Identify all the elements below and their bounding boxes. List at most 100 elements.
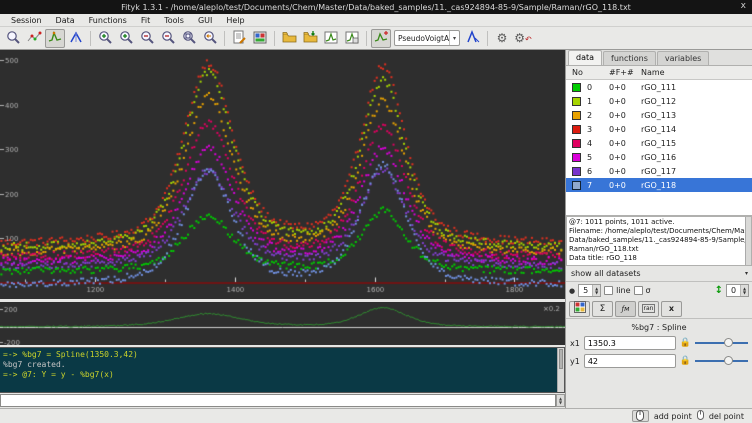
- zoom-all-button[interactable]: [179, 29, 199, 48]
- dataset-row[interactable]: 2 0+0 rGO_113: [566, 108, 752, 122]
- zoom-previous-button[interactable]: [200, 29, 220, 48]
- command-input[interactable]: [0, 394, 556, 407]
- export-plot-button[interactable]: [321, 29, 341, 48]
- info-line: @7: 1011 points, 1011 active.: [569, 218, 743, 227]
- edit-script-button[interactable]: [229, 29, 249, 48]
- function-type-dropdown[interactable]: PseudoVoigtA ▾: [394, 30, 460, 46]
- tab-data[interactable]: data: [568, 50, 602, 65]
- dataset-color-swatch: [572, 153, 581, 162]
- x1-field[interactable]: [584, 336, 676, 350]
- dataset-row[interactable]: 6 0+0 rGO_117: [566, 164, 752, 178]
- shift-spinner[interactable]: 0 ▲▼: [726, 284, 749, 297]
- dataset-name: rGO_114: [638, 125, 752, 134]
- info-line: Data/baked_samples/11._cas924894-85-9/Sa…: [569, 236, 743, 245]
- mouse-config-button[interactable]: [632, 410, 649, 422]
- aux-plot[interactable]: [0, 302, 565, 345]
- rename-button[interactable]: ran: [638, 301, 659, 317]
- point-size-spinner[interactable]: 5 ▲▼: [578, 284, 601, 297]
- zoom-out-button[interactable]: [137, 29, 157, 48]
- x1-slider[interactable]: [695, 337, 748, 349]
- main-plot[interactable]: [0, 50, 565, 299]
- tab-functions[interactable]: functions: [603, 51, 656, 65]
- dataset-row[interactable]: 5 0+0 rGO_116: [566, 150, 752, 164]
- y1-field[interactable]: [584, 354, 676, 368]
- data-range-mode-button[interactable]: [24, 29, 44, 48]
- magnifier-icon: [6, 30, 21, 47]
- console-output-line: %bg7 created.: [3, 360, 554, 370]
- sigma-checkbox-label: σ: [646, 286, 651, 295]
- magnifier-all-icon: [182, 30, 197, 47]
- menu-session[interactable]: Session: [4, 15, 49, 26]
- info-scrollbar[interactable]: [745, 217, 751, 265]
- sigma-checkbox[interactable]: [634, 286, 643, 295]
- spinner-arrows-icon[interactable]: ▲▼: [740, 285, 748, 296]
- sum-button[interactable]: Σ: [592, 301, 613, 317]
- menu-data[interactable]: Data: [49, 15, 82, 26]
- scrollbar-thumb[interactable]: [559, 349, 563, 369]
- print-plot-button[interactable]: [342, 29, 362, 48]
- dataset-func-count: 0+0: [606, 181, 638, 190]
- menu-help[interactable]: Help: [219, 15, 251, 26]
- main-plot-canvas[interactable]: [0, 50, 565, 299]
- zoom-in-button[interactable]: [95, 29, 115, 48]
- log-icon: [253, 30, 268, 47]
- zoom-mode-button[interactable]: [3, 29, 23, 48]
- menu-functions[interactable]: Functions: [82, 15, 134, 26]
- sidebar: data functions variables No #F+# Name 0 …: [565, 50, 752, 408]
- dataset-row-selected[interactable]: 7 0+0 rGO_118: [566, 178, 752, 192]
- save-folder-icon: [303, 30, 318, 47]
- run-fit-button[interactable]: ⚙: [492, 29, 512, 48]
- menu-gui[interactable]: GUI: [191, 15, 219, 26]
- point-size-value: 5: [579, 285, 592, 296]
- dataset-row[interactable]: 0 0+0 rGO_111: [566, 80, 752, 94]
- dataset-table: No #F+# Name 0 0+0 rGO_111 1 0+0 rGO_112…: [566, 66, 752, 192]
- slider-thumb[interactable]: [724, 356, 733, 365]
- toolbar-separator: [487, 31, 488, 46]
- slider-thumb[interactable]: [724, 338, 733, 347]
- peak-drag-mode-button[interactable]: [66, 29, 86, 48]
- auto-add-peak-button[interactable]: [371, 29, 391, 48]
- grid-icon: [574, 301, 586, 316]
- tab-variables[interactable]: variables: [657, 51, 709, 65]
- line-checkbox[interactable]: [604, 286, 613, 295]
- close-window-button[interactable]: x: [741, 1, 746, 11]
- zoom-in-x-button[interactable]: [116, 29, 136, 48]
- y1-slider[interactable]: [695, 355, 748, 367]
- lock-icon[interactable]: 🔒: [680, 338, 691, 348]
- dataset-row[interactable]: 1 0+0 rGO_112: [566, 94, 752, 108]
- curve-plus-icon: [374, 30, 389, 47]
- dataset-row[interactable]: 3 0+0 rGO_114: [566, 122, 752, 136]
- formula-button[interactable]: ƒᴍ: [615, 301, 636, 317]
- menu-tools[interactable]: Tools: [157, 15, 191, 26]
- blue-peak-icon: [69, 30, 84, 47]
- data-table-button[interactable]: [569, 301, 590, 317]
- open-file-button[interactable]: [279, 29, 299, 48]
- undo-fit-button[interactable]: ⚙↶: [513, 29, 533, 48]
- baseline-toolbar: Σ ƒᴍ ran x: [566, 299, 752, 319]
- aux-plot-canvas[interactable]: [0, 302, 565, 345]
- blue-peak-add-icon: [466, 30, 481, 47]
- save-session-button[interactable]: [300, 29, 320, 48]
- menu-fit[interactable]: Fit: [134, 15, 157, 26]
- dataset-row[interactable]: 4 0+0 rGO_115: [566, 136, 752, 150]
- delete-function-button[interactable]: x: [661, 301, 682, 317]
- dataset-no: 4: [584, 139, 592, 148]
- parameter-row-y1: y1 🔒: [566, 352, 752, 370]
- session-log-button[interactable]: [250, 29, 270, 48]
- add-peak-button[interactable]: [463, 29, 483, 48]
- magnifier-plus-icon: [119, 30, 134, 47]
- dataset-color-swatch: [572, 167, 581, 176]
- toolbar-separator: [366, 31, 367, 46]
- lock-icon[interactable]: 🔒: [680, 356, 691, 366]
- dataset-name: rGO_111: [638, 83, 752, 92]
- command-history-spinner[interactable]: ▲▼: [556, 394, 565, 407]
- dataset-list-empty-area: [566, 192, 752, 216]
- dataset-info-box: @7: 1011 points, 1011 active. Filename: …: [566, 216, 752, 266]
- function-mode-button[interactable]: [45, 29, 65, 48]
- zoom-out-y-button[interactable]: [158, 29, 178, 48]
- dataset-func-count: 0+0: [606, 125, 638, 134]
- plot-column: =-> %bg7 = Spline(1350.3,42) %bg7 create…: [0, 50, 565, 408]
- spinner-arrows-icon[interactable]: ▲▼: [592, 285, 600, 296]
- show-datasets-dropdown[interactable]: show all datasets ▾: [566, 266, 752, 282]
- console-scrollbar[interactable]: [557, 348, 564, 392]
